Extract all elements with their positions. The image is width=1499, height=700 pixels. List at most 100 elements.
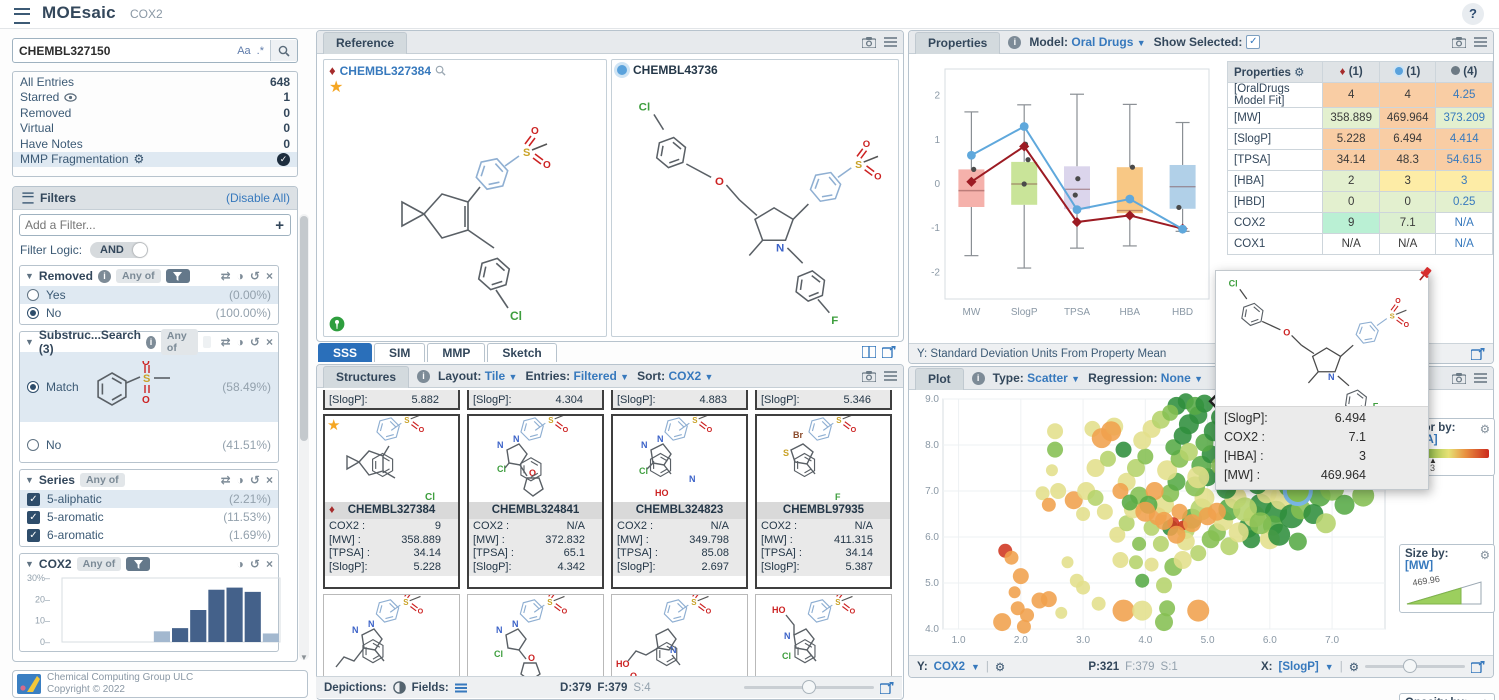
split-view-icon[interactable] (862, 346, 876, 361)
tile-partial[interactable]: [SlogP]:4.883 (611, 390, 748, 410)
collapse-icon[interactable]: ▼ (25, 337, 34, 347)
layout-dropdown[interactable]: Tile (485, 369, 505, 383)
add-filter-input[interactable] (20, 218, 269, 232)
filter-option[interactable]: No(100.00%) (20, 304, 278, 324)
entries-row-starred[interactable]: Starred 1 (13, 90, 297, 106)
tile-partial[interactable]: [SlogP]:4.304 (467, 390, 604, 410)
star-icon[interactable]: ★ (327, 416, 340, 434)
gear-icon[interactable]: ⚙ (1480, 422, 1490, 436)
gear-icon[interactable]: ⚙ (134, 152, 145, 166)
structure-tile[interactable]: N HO O (611, 594, 748, 678)
tile-partial[interactable]: [SlogP]:5.882 (323, 390, 460, 410)
entries-row-all[interactable]: All Entries648 (13, 74, 297, 90)
invert-icon[interactable]: ⇄ (221, 269, 231, 283)
close-icon[interactable]: × (266, 335, 273, 349)
close-icon[interactable]: × (266, 269, 273, 283)
structure-tile[interactable]: HO N Cl (755, 594, 892, 678)
cox2-histogram[interactable]: 30%–20–10–0– (20, 574, 286, 648)
tab-mmp[interactable]: MMP (427, 343, 485, 362)
invert-icon[interactable]: ⇄ (221, 335, 231, 349)
camera-icon[interactable] (1452, 37, 1466, 48)
reset-icon[interactable]: ↺ (250, 473, 260, 487)
fields-icon[interactable] (455, 683, 467, 693)
gear-icon[interactable]: ⚙ (1294, 67, 1304, 79)
match-case-toggle[interactable]: Aa (237, 45, 250, 57)
annotation-badge-icon[interactable] (329, 316, 345, 332)
show-selected-checkbox[interactable]: ✓ (1246, 35, 1260, 49)
panel-menu-icon[interactable] (1474, 37, 1487, 47)
tab-sss[interactable]: SSS (318, 343, 372, 362)
funnel-button[interactable] (126, 557, 150, 571)
structure-tile[interactable]: NN Cl O Br (467, 594, 604, 678)
open-external-icon[interactable] (880, 682, 894, 694)
gear-icon[interactable]: ⚙ (1349, 660, 1359, 674)
invert-icon[interactable]: ⇄ (221, 473, 231, 487)
scrollbar-thumb[interactable] (300, 216, 308, 441)
enable-toggle-icon[interactable]: ◑ (237, 557, 244, 571)
sidebar-scrollbar[interactable]: ▼ (299, 214, 309, 660)
tile-partial[interactable]: [SlogP]:5.346 (755, 390, 892, 410)
search-icon[interactable] (435, 65, 446, 76)
disable-all-link[interactable]: (Disable All) (226, 191, 290, 205)
series-option[interactable]: ✓5-aromatic(11.53%) (20, 508, 278, 526)
reset-icon[interactable]: ↺ (250, 335, 260, 349)
close-icon[interactable]: × (266, 557, 273, 571)
table-row[interactable]: [OralDrugs Model Fit]444.25 (1228, 83, 1493, 108)
search-input[interactable] (13, 44, 237, 58)
regression-dropdown[interactable]: None (1161, 371, 1191, 385)
sort-dropdown[interactable]: COX2 (668, 369, 701, 383)
search-button[interactable] (270, 40, 297, 61)
reference-card[interactable]: CHEMBL43736 Cl O N F (611, 59, 899, 337)
add-filter-button[interactable]: + (269, 217, 290, 234)
reference-id[interactable]: CHEMBL327384 (340, 64, 431, 78)
depictions-icon[interactable] (393, 681, 406, 694)
filter-option[interactable]: Yes(0.00%) (20, 286, 278, 304)
reference-id[interactable]: CHEMBL43736 (633, 63, 718, 77)
entries-row-notes[interactable]: Have Notes0 (13, 136, 297, 152)
zoom-slider[interactable] (744, 686, 874, 689)
y-axis-dropdown[interactable]: COX2 (934, 661, 965, 673)
app-menu-icon[interactable] (14, 8, 30, 27)
structure-tile[interactable]: N N Cl N HO CHEMBL324823 COX2 :N/A [MW] … (611, 414, 748, 589)
open-external-icon[interactable] (1471, 348, 1485, 360)
info-icon[interactable]: i (1008, 36, 1021, 49)
entries-dropdown[interactable]: Filtered (573, 369, 616, 383)
table-row[interactable]: COX297.1N/A (1228, 213, 1493, 234)
collapse-icon[interactable]: ▼ (25, 475, 34, 485)
info-icon[interactable]: i (146, 336, 156, 349)
table-row[interactable]: [MW]358.889469.964373.209 (1228, 108, 1493, 129)
series-option[interactable]: ✓5-aliphatic(2.21%) (20, 490, 278, 508)
table-row[interactable]: [SlogP]5.2286.4944.414 (1228, 129, 1493, 150)
filter-option-match[interactable]: Match S O O (58.49%) (20, 352, 278, 422)
help-button[interactable]: ? (1462, 3, 1484, 25)
gear-icon[interactable]: ⚙ (1480, 548, 1490, 562)
filters-menu-icon[interactable] (22, 192, 33, 203)
sketch-mini-button[interactable] (203, 336, 211, 348)
table-row[interactable]: COX1N/AN/AN/A (1228, 234, 1493, 255)
model-dropdown[interactable]: Oral Drugs (1071, 35, 1133, 49)
panel-menu-icon[interactable] (1474, 373, 1487, 383)
panel-menu-icon[interactable] (884, 37, 897, 47)
table-row[interactable]: [HBA]233 (1228, 171, 1493, 192)
enable-toggle-icon[interactable]: ◑ (237, 335, 244, 349)
regex-toggle[interactable]: .* (257, 45, 264, 57)
collapse-icon[interactable]: ▼ (25, 271, 34, 281)
any-of-pill[interactable]: Any of (80, 473, 125, 487)
x-axis-dropdown[interactable]: [SlogP] (1279, 661, 1319, 673)
camera-icon[interactable] (862, 371, 876, 382)
table-row[interactable]: [HBD]000.25 (1228, 192, 1493, 213)
filter-option-no[interactable]: No (41.51%) (20, 436, 278, 462)
structure-tile[interactable]: ★ Cl ♦CHEMBL327384 COX2 :9 [MW] :358.889… (323, 414, 460, 589)
info-icon[interactable]: i (417, 370, 430, 383)
funnel-button[interactable] (166, 269, 190, 283)
collapse-icon[interactable]: ▼ (25, 559, 34, 569)
panel-menu-icon[interactable] (884, 371, 897, 381)
info-icon[interactable]: i (972, 372, 985, 385)
structure-tile[interactable]: N N Cl O CHEMBL324841 COX2 :N/A [MW] :37… (467, 414, 604, 589)
any-of-pill[interactable]: Any of (116, 269, 161, 283)
reference-card[interactable]: ♦ CHEMBL327384 ★ Cl (323, 59, 607, 337)
tab-sim[interactable]: SIM (374, 343, 425, 362)
properties-boxplot[interactable]: 210-1-2MWSlogPTPSAHBAHBD (917, 59, 1217, 341)
entries-row-removed[interactable]: Removed0 (13, 105, 297, 121)
close-icon[interactable]: × (266, 473, 273, 487)
